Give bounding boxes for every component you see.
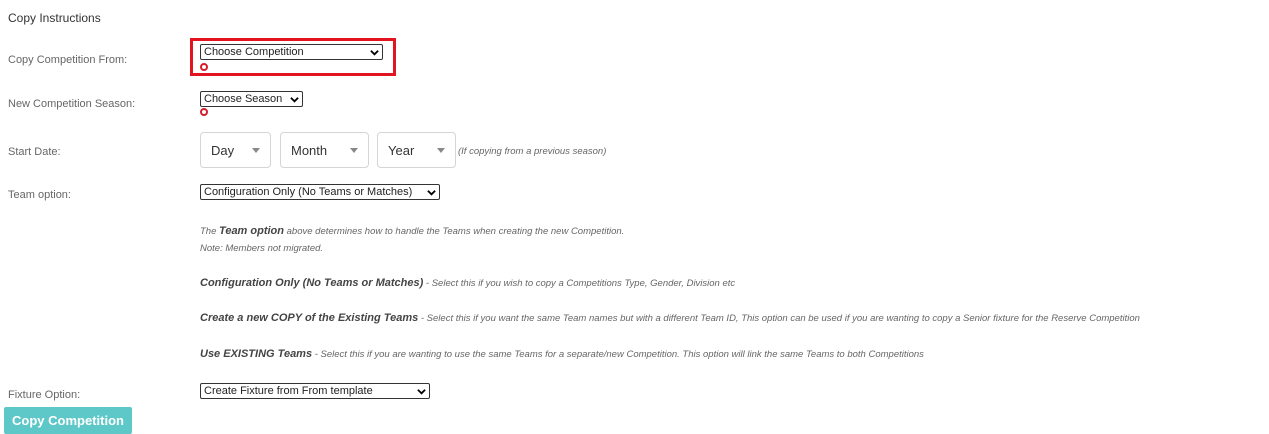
chevron-down-icon xyxy=(417,388,426,395)
month-value: Month xyxy=(291,142,328,158)
start-date-hint: (If copying from a previous season) xyxy=(458,146,607,157)
copy-from-select[interactable]: Choose Competition xyxy=(200,44,383,60)
caret-down-icon xyxy=(437,147,445,153)
month-select[interactable]: Month xyxy=(280,132,369,168)
existing-teams-description: Use EXISTING Teams - Select this if you … xyxy=(200,348,924,360)
year-value: Year xyxy=(388,142,415,158)
team-option-note: Note: Members not migrated. xyxy=(200,243,324,254)
season-label: New Competition Season: xyxy=(8,98,136,110)
team-option-label: Team option: xyxy=(8,189,71,201)
caret-down-icon xyxy=(350,147,358,153)
chevron-down-icon xyxy=(370,49,379,56)
day-select[interactable]: Day xyxy=(200,132,271,168)
required-icon xyxy=(200,108,208,116)
team-option-value: Configuration Only (No Teams or Matches) xyxy=(204,186,413,198)
year-select[interactable]: Year xyxy=(377,132,456,168)
team-option-select[interactable]: Configuration Only (No Teams or Matches) xyxy=(200,184,440,200)
season-select[interactable]: Choose Season xyxy=(200,91,303,107)
start-date-label: Start Date: xyxy=(8,146,61,158)
fixture-option-value: Create Fixture from From template xyxy=(204,385,373,397)
season-value: Choose Season xyxy=(204,93,283,105)
fixture-option-label: Fixture Option: xyxy=(8,389,81,401)
required-icon xyxy=(200,63,208,71)
chevron-down-icon xyxy=(290,96,299,103)
copy-from-value: Choose Competition xyxy=(204,46,304,58)
config-only-description: Configuration Only (No Teams or Matches)… xyxy=(200,277,736,289)
chevron-down-icon xyxy=(427,189,436,196)
fixture-option-select[interactable]: Create Fixture from From template xyxy=(200,383,430,399)
caret-down-icon xyxy=(252,147,260,153)
copy-from-label: Copy Competition From: xyxy=(8,54,128,66)
copy-teams-description: Create a new COPY of the Existing Teams … xyxy=(200,312,1140,324)
section-title: Copy Instructions xyxy=(8,11,101,25)
day-value: Day xyxy=(211,142,235,158)
team-option-intro: The Team option above determines how to … xyxy=(200,225,625,237)
copy-competition-button[interactable]: Copy Competition xyxy=(4,407,132,434)
